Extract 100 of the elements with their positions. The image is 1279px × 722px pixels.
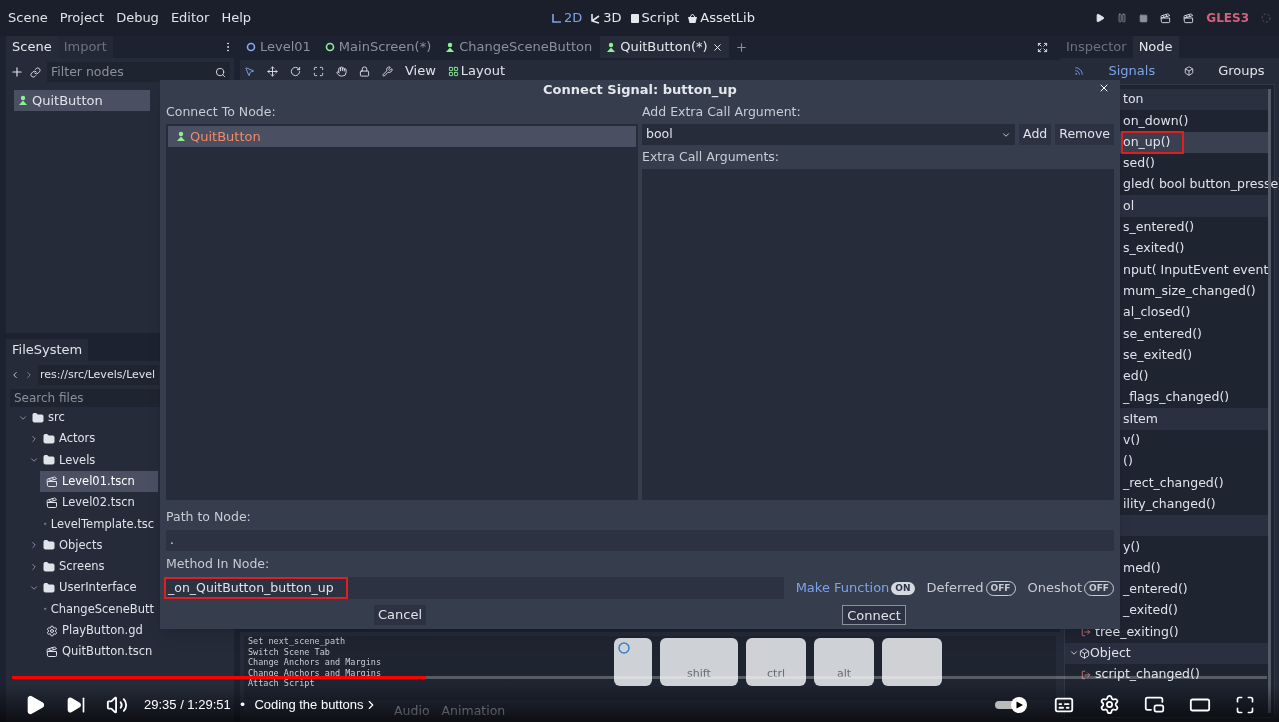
signal-icon xyxy=(1074,66,1085,76)
signal-item[interactable]: tree_exiting() xyxy=(1065,621,1268,643)
file-tree-item[interactable]: LevelTemplate.tsc xyxy=(40,513,158,535)
connect-button[interactable]: Connect xyxy=(842,605,906,625)
chevron-right-icon[interactable] xyxy=(29,540,39,551)
toggle-switch[interactable]: Deferred OFF xyxy=(926,578,1016,598)
signal-arrow-icon xyxy=(1081,669,1091,680)
folder-icon xyxy=(43,582,55,594)
dock-tab[interactable]: FileSystem xyxy=(6,339,89,361)
dock-tab[interactable]: Node xyxy=(1132,36,1179,58)
file-tree-item[interactable]: Levels xyxy=(29,449,158,471)
workspace-tab[interactable]: AssetLib xyxy=(687,8,755,28)
toggle-switch[interactable]: Oneshot OFF xyxy=(1027,578,1114,598)
filter-field[interactable]: Filter nodes xyxy=(47,62,230,82)
fullscreen-icon[interactable] xyxy=(1235,694,1255,715)
hand-icon[interactable] xyxy=(336,65,347,77)
signal-arrow-icon xyxy=(1081,627,1091,638)
class-header[interactable]: Object xyxy=(1065,642,1268,664)
scale-icon[interactable] xyxy=(313,65,324,77)
video-time: 29:35 / 1:29:51 xyxy=(144,695,231,714)
path-field[interactable]: . xyxy=(166,530,1114,551)
cube-icon xyxy=(1079,647,1090,659)
remove-button[interactable]: Remove xyxy=(1055,124,1114,145)
expand-icon[interactable] xyxy=(1037,41,1048,53)
log-line: Switch Scene Tab xyxy=(248,646,330,657)
cancel-button[interactable]: Cancel xyxy=(374,605,427,625)
toggle-switch[interactable]: Make Function ON xyxy=(795,578,915,598)
workspace-tab[interactable]: 2D xyxy=(551,8,583,28)
lock-icon[interactable] xyxy=(359,65,370,77)
log-line: Change Anchors and Margins xyxy=(248,667,382,678)
rotate-icon[interactable] xyxy=(290,65,301,77)
file-tree-item[interactable]: src xyxy=(18,407,158,429)
subtab[interactable]: Groups xyxy=(1184,61,1265,81)
signal-item[interactable]: script_changed() xyxy=(1065,664,1268,686)
field-label: Add Extra Call Argument: xyxy=(642,103,802,121)
field-label: Connect To Node: xyxy=(166,103,277,121)
file-tree-item[interactable]: PlayButton.gd xyxy=(40,619,158,642)
folder-icon xyxy=(32,411,44,424)
person-icon xyxy=(176,131,186,142)
editor-tab[interactable]: MainScreen(*) xyxy=(318,36,438,58)
add-button[interactable]: Add xyxy=(1019,124,1052,145)
file-tree-item[interactable]: QuitButton.tscn xyxy=(40,641,158,663)
forward-icon[interactable] xyxy=(24,370,34,380)
log-line: Attach Script xyxy=(248,678,315,689)
renderer-menu[interactable]: GLES3 xyxy=(1206,9,1249,27)
chevron-right-icon[interactable] xyxy=(29,561,39,572)
folder-icon xyxy=(43,560,55,573)
menu-item[interactable]: Scene xyxy=(8,8,48,28)
axes-icon xyxy=(590,12,602,24)
chevron-down-icon[interactable] xyxy=(29,583,39,593)
menu-item[interactable]: Help xyxy=(221,8,251,28)
field-label: Method In Node: xyxy=(166,555,271,573)
stop-icon[interactable] xyxy=(1139,13,1149,23)
type-dropdown[interactable]: bool xyxy=(642,124,1016,145)
settings-icon[interactable] xyxy=(1099,694,1120,715)
dock-tab[interactable]: Scene xyxy=(6,36,58,58)
file-tree-item[interactable]: UserInterface xyxy=(29,577,158,599)
wrench-icon[interactable] xyxy=(382,65,393,77)
circle-icon xyxy=(618,642,630,654)
path-field[interactable]: res://src/Levels/Level xyxy=(38,365,160,385)
keycap: shift xyxy=(660,638,738,686)
file-tree-item[interactable]: Actors xyxy=(29,428,158,450)
scene-tree-item[interactable]: QuitButton xyxy=(14,90,150,111)
editor-tab[interactable]: QuitButton(*) xyxy=(600,36,729,58)
menu-item[interactable]: Project xyxy=(59,8,105,28)
chevron-right-icon[interactable] xyxy=(29,433,39,444)
pause-icon[interactable] xyxy=(1117,13,1128,23)
view-menu[interactable]: View xyxy=(405,61,436,81)
editor-tab[interactable]: ChangeSceneButton xyxy=(439,36,599,58)
workspace-tab[interactable]: Script xyxy=(629,8,680,28)
dialog-title: Connect Signal: button_up xyxy=(543,81,737,96)
add-icon[interactable] xyxy=(734,40,748,54)
miniplayer-icon[interactable] xyxy=(1144,694,1165,715)
chapter-link[interactable]: Coding the buttons xyxy=(254,694,378,715)
add-icon[interactable] xyxy=(10,65,24,79)
file-tree-item[interactable]: Level01.tscn xyxy=(40,470,158,493)
close-icon[interactable] xyxy=(711,41,723,53)
file-tree-item[interactable]: ChangeSceneButt xyxy=(40,598,158,620)
layout-menu[interactable]: Layout xyxy=(447,61,506,81)
pointer-icon[interactable] xyxy=(244,65,255,77)
folder-icon xyxy=(43,454,55,467)
menu-item[interactable]: Debug xyxy=(116,8,159,28)
subtab[interactable]: Signals xyxy=(1074,61,1156,81)
file-tree-item[interactable]: Level02.tscn xyxy=(40,492,158,514)
workspace-tab[interactable]: 3D xyxy=(590,8,622,28)
editor-tab[interactable]: Level01 xyxy=(240,36,317,58)
move-icon[interactable] xyxy=(267,65,278,77)
file-tree-item[interactable]: Screens xyxy=(29,556,158,578)
axes-icon xyxy=(551,12,562,24)
search-icon xyxy=(215,66,226,78)
play-icon[interactable] xyxy=(1095,13,1106,23)
log-line: Set next_scene_path xyxy=(248,636,346,647)
log-line: Change Anchors and Margins xyxy=(248,657,382,668)
back-icon[interactable] xyxy=(10,370,20,380)
autoplay-toggle-icon[interactable] xyxy=(995,696,1029,713)
file-tree-item[interactable]: Objects xyxy=(29,534,158,557)
method-field[interactable]: _on_QuitButton_button_up xyxy=(166,577,784,599)
menu-item[interactable]: Editor xyxy=(170,8,210,28)
link-icon[interactable] xyxy=(30,66,41,78)
close-icon[interactable] xyxy=(1098,82,1110,94)
